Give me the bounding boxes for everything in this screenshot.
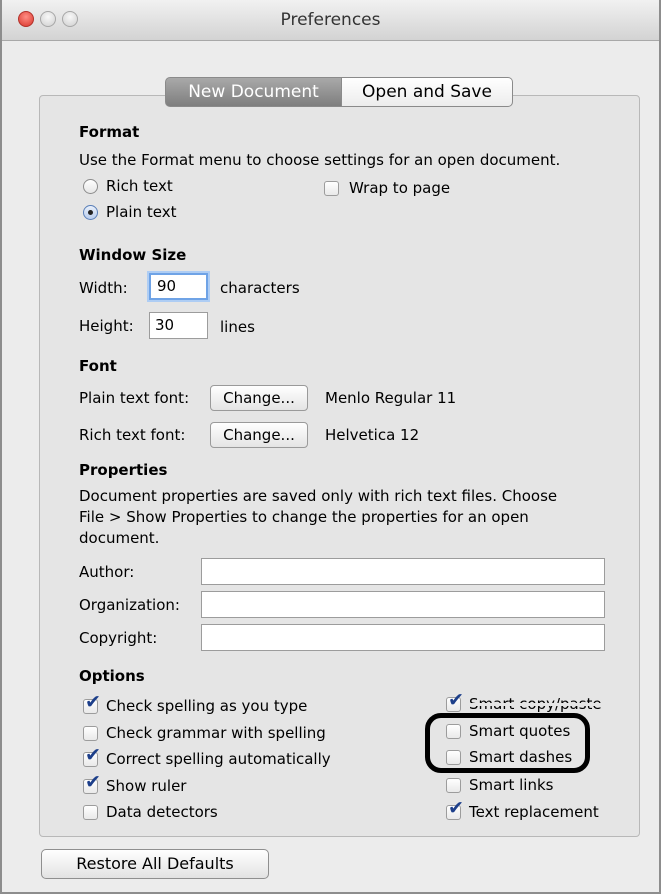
format-heading: Format: [79, 123, 140, 141]
smart-copy-paste-checkbox[interactable]: ✔: [446, 691, 464, 712]
correct-spelling-checkbox[interactable]: ✔: [83, 746, 101, 767]
show-ruler-label[interactable]: Show ruler: [106, 777, 186, 795]
data-detectors-label[interactable]: Data detectors: [106, 803, 218, 821]
check-spelling-checkbox[interactable]: ✔: [83, 693, 101, 714]
show-ruler-checkbox[interactable]: ✔: [83, 773, 101, 794]
tab-new-document[interactable]: New Document: [165, 77, 342, 107]
window-title: Preferences: [280, 10, 381, 30]
change-rich-font-button[interactable]: Change...: [210, 422, 308, 448]
checkmark-icon: ✔: [85, 771, 101, 793]
ring-overlap-mask: [468, 703, 610, 706]
height-field[interactable]: 30: [149, 312, 208, 339]
wrap-to-page-label[interactable]: Wrap to page: [349, 179, 450, 197]
plain-text-font-value: Menlo Regular 11: [325, 389, 457, 407]
font-heading: Font: [79, 357, 117, 375]
highlight-annotation-ring: [425, 713, 590, 773]
plain-text-radio[interactable]: [83, 205, 98, 220]
checkmark-icon: ✔: [448, 689, 464, 711]
properties-description-line3: document.: [79, 529, 160, 547]
properties-description-line2: File > Show Properties to change the pro…: [79, 508, 529, 526]
text-replacement-label[interactable]: Text replacement: [469, 803, 599, 821]
rich-text-label[interactable]: Rich text: [106, 177, 173, 195]
tab-bar: New Document Open and Save: [165, 77, 513, 107]
checkmark-icon: ✔: [85, 744, 101, 766]
wrap-to-page-checkbox[interactable]: [324, 181, 339, 196]
height-unit: lines: [220, 318, 255, 336]
check-spelling-label[interactable]: Check spelling as you type: [106, 697, 307, 715]
width-field[interactable]: 90: [149, 273, 208, 300]
author-label: Author:: [79, 563, 135, 581]
plain-text-font-label: Plain text font:: [79, 389, 190, 407]
height-label: Height:: [79, 317, 134, 335]
author-field[interactable]: [201, 558, 605, 585]
rich-text-font-label: Rich text font:: [79, 426, 186, 444]
title-bar[interactable]: Preferences: [2, 0, 659, 41]
plain-text-label[interactable]: Plain text: [106, 203, 176, 221]
preferences-window: Preferences New Document Open and Save F…: [0, 0, 661, 894]
organization-label: Organization:: [79, 596, 180, 614]
check-grammar-checkbox[interactable]: [83, 726, 98, 741]
format-description: Use the Format menu to choose settings f…: [79, 151, 561, 169]
checkmark-icon: ✔: [448, 797, 464, 819]
options-heading: Options: [79, 667, 145, 685]
smart-links-label[interactable]: Smart links: [469, 776, 554, 794]
rich-text-radio[interactable]: [83, 179, 98, 194]
data-detectors-checkbox[interactable]: [83, 805, 98, 820]
smart-links-checkbox[interactable]: [446, 778, 461, 793]
copyright-field[interactable]: [201, 624, 605, 651]
tab-open-and-save[interactable]: Open and Save: [342, 77, 513, 107]
change-plain-font-button[interactable]: Change...: [210, 385, 308, 411]
check-grammar-label[interactable]: Check grammar with spelling: [106, 724, 326, 742]
organization-field[interactable]: [201, 591, 605, 618]
correct-spelling-label[interactable]: Correct spelling automatically: [106, 750, 331, 768]
checkmark-icon: ✔: [85, 691, 101, 713]
restore-all-defaults-button[interactable]: Restore All Defaults: [41, 849, 269, 879]
properties-description-line1: Document properties are saved only with …: [79, 487, 558, 505]
rich-text-font-value: Helvetica 12: [325, 426, 420, 444]
width-label: Width:: [79, 279, 128, 297]
width-unit: characters: [220, 279, 300, 297]
copyright-label: Copyright:: [79, 629, 158, 647]
properties-heading: Properties: [79, 461, 168, 479]
window-size-heading: Window Size: [79, 246, 187, 264]
text-replacement-checkbox[interactable]: ✔: [446, 799, 464, 820]
